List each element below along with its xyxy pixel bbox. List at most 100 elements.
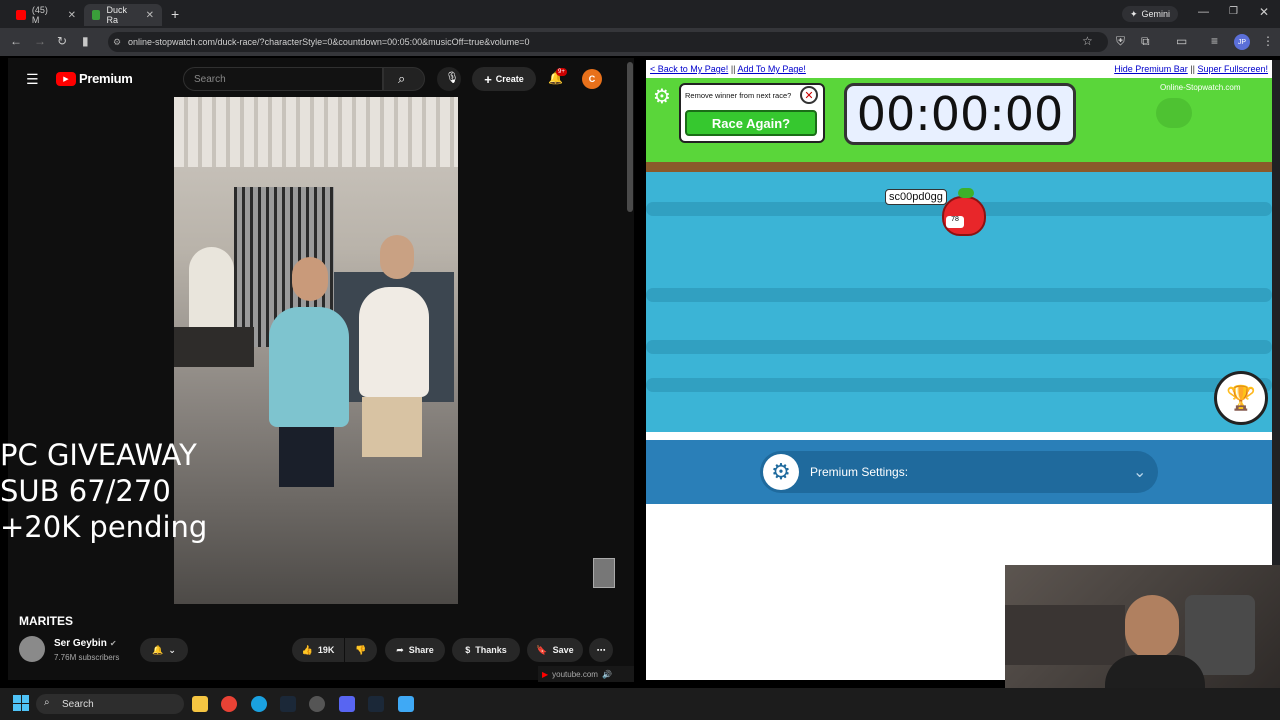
water-wave	[646, 378, 1272, 392]
search-input[interactable]: Search	[183, 67, 383, 91]
browser-tab-bar	[0, 0, 1280, 28]
video-title: MARITES	[19, 614, 73, 628]
webcam-couch	[1005, 605, 1125, 665]
new-tab-button[interactable]: +	[171, 6, 179, 22]
racer-number: 78	[946, 216, 964, 228]
chevron-down-icon[interactable]: ⌄	[1133, 462, 1146, 482]
shield-icon[interactable]: ⛨	[1116, 34, 1125, 49]
back-arrow-icon[interactable]: ←	[10, 34, 22, 48]
microphone-icon: 🎙	[445, 72, 459, 84]
strawberry-leaf	[958, 188, 974, 198]
steam-icon[interactable]	[280, 696, 296, 712]
search-icon: ⌕	[398, 71, 406, 86]
thanks-button[interactable]: $ Thanks	[452, 638, 520, 662]
channel-avatar[interactable]	[19, 636, 45, 662]
video-person-center-head	[292, 257, 328, 301]
bookmark-star-icon[interactable]: ☆	[1082, 34, 1093, 48]
hamburger-menu-icon[interactable]: ☰	[26, 71, 39, 88]
back-to-my-page-link[interactable]: < Back to My Page!	[650, 64, 728, 74]
more-dots-icon: ⋯	[596, 644, 606, 655]
maximize-button[interactable]: ❐	[1229, 6, 1238, 17]
video-person-center-shorts	[279, 427, 334, 487]
tab-youtube[interactable]: (45) M ✕	[8, 4, 84, 26]
split-view-icon[interactable]: ▮	[82, 34, 89, 48]
game-divider	[646, 432, 1272, 440]
taskbar-search[interactable]: ⌕ Search	[36, 694, 184, 714]
page-scrollbar[interactable]	[627, 62, 633, 212]
minimize-button[interactable]: —	[1198, 6, 1209, 18]
video-person-right-head	[380, 235, 414, 279]
cast-icon[interactable]: ▭	[1176, 34, 1187, 48]
discord-icon[interactable]	[339, 696, 355, 712]
hide-premium-bar-link[interactable]: Hide Premium Bar	[1114, 64, 1188, 74]
video-player[interactable]	[174, 97, 458, 604]
countdown-timer: 00:00:00	[844, 83, 1076, 145]
like-button[interactable]: 👍 19K	[292, 638, 344, 662]
subscribed-bell-button[interactable]: 🔔 ⌄	[140, 638, 188, 662]
create-button[interactable]: + Create	[472, 67, 536, 91]
remove-winner-label: Remove winner from next race?	[685, 91, 792, 100]
premium-gear-icon: ⚙	[763, 454, 799, 490]
trophy-icon[interactable]: 🏆	[1214, 371, 1268, 425]
channel-name[interactable]: Ser Geybin ✔	[54, 638, 117, 649]
speaker-icon: 🔊	[601, 669, 612, 679]
steam-alt-icon[interactable]	[368, 696, 384, 712]
racer-strawberry-duck: 78	[938, 188, 990, 238]
webcam-person-head	[1125, 595, 1179, 659]
dislike-button[interactable]: 👎	[345, 638, 377, 662]
profile-avatar[interactable]: JP	[1234, 34, 1250, 50]
thumbs-down-icon: 👎	[355, 644, 367, 655]
search-button[interactable]: ⌕	[383, 67, 425, 91]
race-again-button[interactable]: Race Again?	[685, 110, 817, 136]
site-info-icon[interactable]: ⚙	[113, 37, 121, 48]
video-person-center	[269, 307, 349, 427]
video-ceiling	[174, 97, 458, 167]
super-fullscreen-link[interactable]: Super Fullscreen!	[1197, 64, 1268, 74]
settings-gear-icon[interactable]: ⚙	[650, 84, 674, 108]
video-person-right	[359, 287, 429, 397]
search-icon: ⌕	[44, 697, 50, 708]
youtube-favicon-icon	[16, 10, 26, 20]
sparkle-icon: ✦	[1130, 8, 1138, 19]
bookmark-icon: 🔖	[536, 644, 548, 655]
notepad-icon[interactable]	[398, 696, 414, 712]
save-button[interactable]: 🔖 Save	[527, 638, 583, 662]
water-wave	[646, 288, 1272, 302]
start-button-icon[interactable]	[13, 695, 29, 711]
media-origin-bar[interactable]: ▶ youtube.com 🔊	[538, 666, 634, 682]
gemini-button[interactable]: ✦ Gemini	[1122, 6, 1179, 22]
premium-settings-label: Premium Settings:	[810, 465, 909, 479]
thumbs-up-icon: 👍	[301, 644, 313, 655]
share-button[interactable]: ➦ Share	[385, 638, 445, 662]
race-shore	[646, 162, 1272, 172]
remove-winner-toggle[interactable]: ✕	[800, 86, 818, 104]
giveaway-overlay-line3: +20K pending	[0, 510, 208, 544]
channel-watermark-thumbnail[interactable]	[593, 558, 615, 588]
giveaway-overlay-line1: PC GIVEAWAY	[0, 438, 197, 472]
duck-race-favicon-icon	[92, 10, 101, 20]
tab-duck-race[interactable]: Duck Ra ✕	[84, 4, 162, 26]
url-field[interactable]: online-stopwatch.com/duck-race/?characte…	[108, 32, 1108, 52]
close-window-button[interactable]: ✕	[1259, 5, 1269, 19]
voice-search-button[interactable]: 🎙	[437, 67, 461, 91]
edge-icon[interactable]	[251, 696, 267, 712]
notification-count-badge: 9+	[556, 68, 567, 76]
giveaway-overlay-line2: SUB 67/270	[0, 474, 171, 508]
forward-arrow-icon[interactable]: →	[34, 34, 46, 48]
media-icon[interactable]: ≡	[1211, 34, 1218, 48]
more-actions-button[interactable]: ⋯	[589, 638, 613, 662]
share-arrow-icon: ➦	[396, 644, 404, 655]
site-top-links: < Back to My Page! || Add To My Page! Hi…	[650, 64, 1268, 74]
obs-icon[interactable]	[309, 696, 325, 712]
reload-icon[interactable]: ↻	[57, 34, 67, 48]
file-explorer-icon[interactable]	[192, 696, 208, 712]
menu-dots-icon[interactable]: ⋮	[1262, 34, 1274, 48]
account-avatar[interactable]: C	[582, 69, 602, 89]
youtube-logo[interactable]: ▶ Premium	[56, 71, 133, 86]
site-logo[interactable]: Online-Stopwatch.com	[1160, 83, 1240, 92]
chrome-icon[interactable]	[221, 696, 237, 712]
extensions-icon[interactable]: ⧉	[1141, 34, 1150, 49]
close-tab-icon[interactable]: ✕	[146, 10, 154, 21]
close-tab-icon[interactable]: ✕	[68, 10, 76, 21]
add-to-my-page-link[interactable]: Add To My Page!	[738, 64, 806, 74]
